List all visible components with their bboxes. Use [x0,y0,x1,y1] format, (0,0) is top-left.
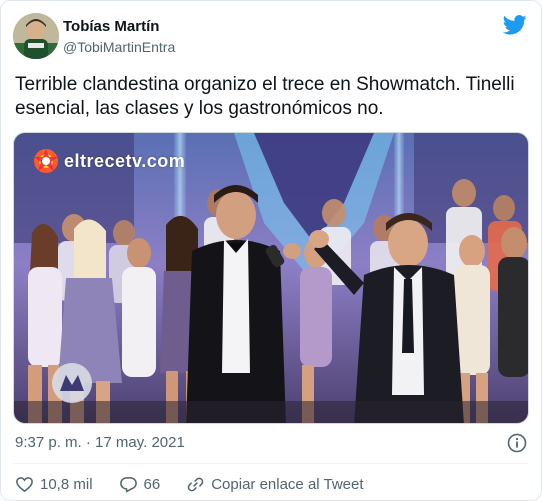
like-button[interactable]: 10,8 mil [15,475,93,494]
link-icon [187,477,204,492]
divider [13,463,529,464]
copy-link-button[interactable]: Copiar enlace al Tweet [186,475,364,494]
copy-link-label: Copiar enlace al Tweet [211,476,364,493]
author-handle[interactable]: @TobiMartinEntra [63,39,175,55]
reply-count: 66 [143,476,161,493]
stage-photo [14,133,528,423]
reply-icon [119,477,137,493]
author-name[interactable]: Tobías Martín [63,18,159,35]
tweet-actions: 10,8 mil 66 Copiar enlace al Tweet [15,475,390,494]
heart-icon [16,477,33,493]
twitter-bird-icon[interactable] [503,15,527,35]
reply-button[interactable]: 66 [119,475,161,494]
tweet-text: Terrible clandestina organizo el trece e… [15,74,515,119]
watermark: eltrecetv.com [32,147,185,175]
author-avatar[interactable] [13,13,59,59]
tweet-media[interactable]: eltrecetv.com [13,132,529,424]
like-count: 10,8 mil [40,476,93,493]
tweet-timestamp[interactable]: 9:37 p. m. · 17 may. 2021 [15,434,185,451]
info-icon[interactable] [507,433,527,453]
channel-logo-icon [52,363,92,403]
eltrece-logo-icon [34,149,58,173]
tweet-card: Tobías Martín @TobiMartinEntra Terrible … [0,0,542,501]
watermark-text: eltrecetv.com [64,150,186,171]
